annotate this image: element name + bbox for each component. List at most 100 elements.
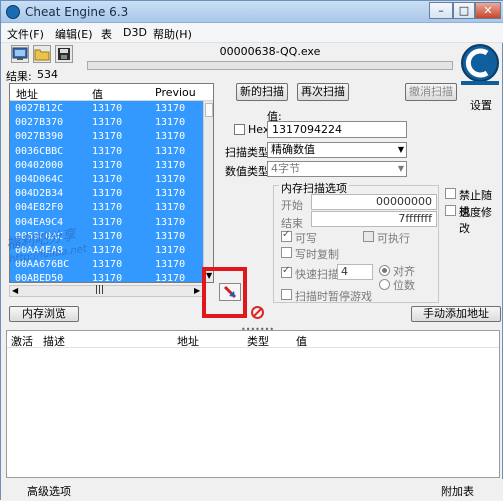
stop-icon[interactable]	[251, 306, 264, 319]
value-type-value: 4字节	[271, 162, 300, 175]
col-address[interactable]: 地址	[177, 333, 199, 349]
maximize-button[interactable]: □	[453, 2, 475, 19]
last-digits-label: 位数	[393, 279, 415, 292]
list-vertical-scrollbar[interactable]	[203, 101, 213, 282]
close-button[interactable]: ✕	[475, 2, 501, 19]
results-count: 534	[37, 68, 58, 81]
start-label: 开始	[281, 199, 303, 212]
row-address: 0027B12C	[15, 103, 64, 114]
value-type-select[interactable]: 4字节 ▼	[267, 161, 407, 177]
save-icon[interactable]	[55, 45, 73, 63]
row-previous: 13170	[155, 259, 186, 271]
copy-on-write-checkbox[interactable]	[281, 247, 292, 258]
row-previous: 13170	[155, 174, 186, 185]
col-value[interactable]: 值	[92, 86, 103, 102]
row-value: 13170	[92, 202, 123, 214]
row-previous: 13170	[155, 103, 186, 114]
table-extras-button[interactable]: 附加表	[441, 483, 474, 499]
next-scan-button[interactable]: 再次扫描	[297, 83, 349, 101]
row-value: 13170	[92, 159, 123, 171]
list-item[interactable]: 00402000 13170 13170	[10, 159, 203, 174]
row-address: 004D064C	[15, 174, 64, 185]
align-radio[interactable]	[379, 265, 390, 276]
writable-label: 可写	[295, 232, 317, 245]
writable-checkbox[interactable]	[281, 229, 292, 242]
menu-file[interactable]: 文件(F)	[7, 26, 44, 42]
col-previous[interactable]: Previou	[155, 86, 196, 99]
row-value: 13170	[92, 259, 123, 271]
row-previous: 13170	[155, 273, 186, 283]
cheat-engine-logo-icon[interactable]	[457, 43, 503, 89]
cheat-engine-app-icon	[6, 5, 20, 19]
list-item[interactable]: 0027B12C 13170 13170	[10, 102, 203, 117]
list-item[interactable]: 0027B390 13170 13170	[10, 130, 203, 145]
list-header: 地址 值 Previou	[10, 84, 213, 101]
row-value: 13170	[92, 117, 123, 129]
undo-scan-button[interactable]: 撤消扫描	[405, 83, 457, 101]
pause-game-label: 扫描时暂停游戏	[295, 290, 372, 303]
row-previous: 13170	[155, 216, 186, 228]
menu-table[interactable]: 表	[101, 26, 112, 42]
title-bar[interactable]: Cheat Engine 6.3 – □ ✕	[1, 1, 503, 23]
list-item[interactable]: 00ABED50 13170 13170	[10, 272, 203, 283]
row-value: 13170	[92, 131, 123, 143]
scan-type-select[interactable]: 精确数值 ▼	[267, 142, 407, 158]
col-active[interactable]: 激活	[11, 333, 33, 349]
menu-bar: 文件(F) 编辑(E) 表 D3D 帮助(H)	[1, 23, 503, 43]
row-address: 004E82F0	[15, 202, 64, 214]
speedhack-checkbox[interactable]	[445, 205, 456, 216]
row-value: 13170	[92, 174, 123, 185]
row-previous: 13170	[155, 145, 186, 157]
list-item[interactable]: 004E82F0 13170 13170	[10, 201, 203, 216]
hex-checkbox[interactable]	[234, 124, 245, 135]
memory-view-button[interactable]: 内存浏览	[9, 306, 79, 322]
list-item[interactable]: 0027B370 13170 13170	[10, 116, 203, 131]
executable-checkbox[interactable]	[363, 231, 374, 242]
open-icon[interactable]	[33, 45, 51, 63]
new-scan-button[interactable]: 新的扫描	[236, 83, 288, 101]
fast-scan-input[interactable]: 4	[337, 264, 373, 280]
chevron-down-icon: ▼	[397, 145, 404, 154]
select-process-icon[interactable]	[11, 45, 29, 63]
row-value: 13170	[92, 216, 123, 228]
disable-random-checkbox[interactable]	[445, 188, 456, 199]
col-value[interactable]: 值	[296, 333, 307, 349]
col-description[interactable]: 描述	[43, 333, 65, 349]
fast-scan-checkbox[interactable]	[281, 265, 292, 278]
minimize-button[interactable]: –	[429, 2, 453, 19]
end-address-input[interactable]: 7fffffff	[311, 211, 437, 227]
add-address-manually-button[interactable]: 手动添加地址	[411, 306, 501, 322]
process-name: 00000638-QQ.exe	[219, 45, 321, 58]
col-type[interactable]: 类型	[247, 333, 269, 349]
scroll-grip-icon[interactable]: |||	[95, 285, 104, 295]
menu-help[interactable]: 帮助(H)	[153, 26, 192, 42]
cheat-table-header: 激活 描述 地址 类型 值	[7, 331, 499, 348]
list-item[interactable]: 0036CBBC 13170 13170	[10, 145, 203, 160]
pause-game-checkbox[interactable]	[281, 289, 292, 300]
scroll-left-icon[interactable]: ◀	[12, 286, 18, 295]
speedhack-label: 速度修改	[459, 206, 492, 235]
list-item[interactable]: 004D2B34 13170 13170	[10, 187, 203, 202]
chevron-down-icon: ▼	[397, 164, 404, 173]
settings-label[interactable]: 设置	[470, 97, 492, 113]
cheat-table[interactable]: 激活 描述 地址 类型 值	[6, 330, 500, 478]
executable-label: 可执行	[377, 232, 410, 245]
col-address[interactable]: 地址	[16, 86, 38, 102]
scroll-right-icon[interactable]: ▶	[194, 286, 200, 295]
row-value: 13170	[92, 230, 123, 242]
list-horizontal-scrollbar[interactable]: ◀ ||| ▶	[9, 285, 204, 297]
row-previous: 13170	[155, 230, 186, 242]
value-input[interactable]: 1317094224	[267, 121, 407, 138]
row-address: 0036CBBC	[15, 145, 64, 157]
menu-edit[interactable]: 编辑(E)	[55, 26, 93, 42]
scroll-thumb[interactable]	[205, 103, 213, 117]
row-previous: 13170	[155, 131, 186, 143]
row-value: 13170	[92, 145, 123, 157]
results-label: 结果:	[6, 70, 32, 83]
menu-d3d[interactable]: D3D	[123, 26, 147, 39]
advanced-options-button[interactable]: 高级选项	[27, 483, 71, 499]
list-item[interactable]: 004D064C 13170 13170	[10, 173, 203, 188]
start-address-input[interactable]: 00000000	[311, 194, 437, 210]
row-value: 13170	[92, 188, 123, 200]
last-digits-radio[interactable]	[379, 279, 390, 290]
